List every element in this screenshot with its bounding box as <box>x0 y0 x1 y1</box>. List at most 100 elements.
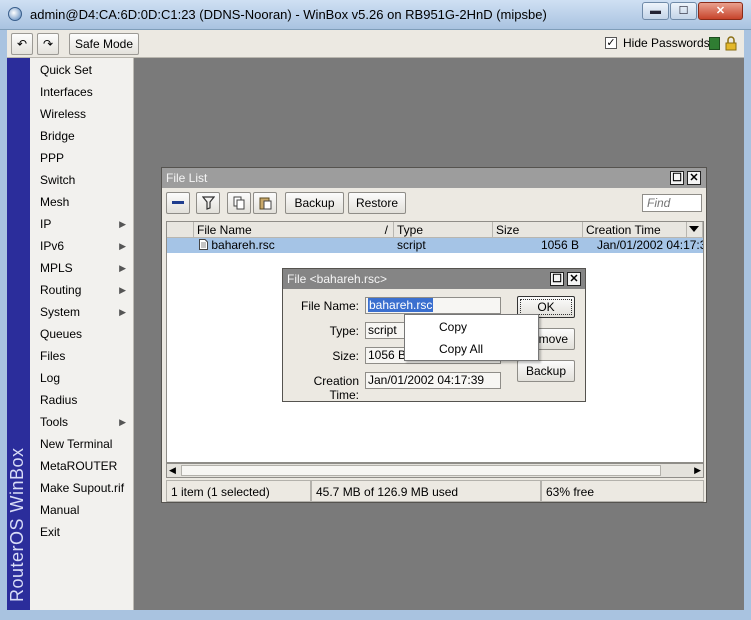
scrollbar-thumb[interactable] <box>181 465 661 476</box>
file-dialog-maximize-button[interactable]: ☐ <box>550 272 564 286</box>
creation-time-field[interactable]: Jan/01/2002 04:17:39 <box>365 372 501 389</box>
routeros-winbox-brand: RouterOS WinBox <box>7 58 30 610</box>
paste-button[interactable] <box>253 192 277 214</box>
window-right-border <box>744 30 751 620</box>
menu-item-label: PPP <box>40 151 65 165</box>
menu-item-mesh[interactable]: Mesh <box>30 191 134 213</box>
cell-size: 1056 B <box>540 238 579 252</box>
menu-item-label: IPv6 <box>40 239 65 253</box>
column-header-type[interactable]: Type <box>394 222 493 238</box>
menu-item-bridge[interactable]: Bridge <box>30 125 134 147</box>
window-bottom-border <box>7 610 744 620</box>
file-dialog-close-button[interactable]: ✕ <box>567 272 581 286</box>
cell-file-name: bahareh.rsc <box>194 238 394 253</box>
menu-item-radius[interactable]: Radius <box>30 389 134 411</box>
menu-item-label: Quick Set <box>40 63 93 77</box>
scroll-right-icon[interactable]: ▶ <box>694 464 701 477</box>
menu-item-label: Switch <box>40 173 76 187</box>
chevron-down-icon <box>689 226 699 232</box>
menu-item-log[interactable]: Log <box>30 367 134 389</box>
maximize-button[interactable]: ☐ <box>670 2 697 20</box>
menu-item-wireless[interactable]: Wireless <box>30 103 134 125</box>
menu-item-label: Mesh <box>40 195 70 209</box>
connection-status-icon <box>709 37 720 50</box>
menu-item-label: Radius <box>40 393 78 407</box>
undo-button[interactable]: ↶ <box>11 33 33 55</box>
file-list-close-button[interactable]: ✕ <box>687 171 701 185</box>
column-header-creation-time[interactable]: Creation Time <box>583 222 687 238</box>
menu-item-mpls[interactable]: MPLS ▶ <box>30 257 134 279</box>
file-icon <box>199 239 208 250</box>
hide-passwords-checkbox[interactable]: ✓ <box>605 37 617 49</box>
cell-creation-time: Jan/01/2002 04:17:39 <box>597 238 703 252</box>
menu-item-quick-set[interactable]: Quick Set <box>30 59 134 81</box>
submenu-arrow-icon: ▶ <box>119 263 126 273</box>
backup-button[interactable]: Backup <box>285 192 344 214</box>
file-list-statusbar: 1 item (1 selected) 45.7 MB of 126.9 MB … <box>166 480 704 502</box>
menu-item-tools[interactable]: Tools ▶ <box>30 411 134 433</box>
column-header-label: File Name <box>197 223 252 237</box>
context-menu-copy[interactable]: Copy <box>405 316 538 338</box>
context-menu-copy-all[interactable]: Copy All <box>405 338 538 360</box>
menu-item-label: MetaROUTER <box>40 459 118 473</box>
copy-icon <box>233 196 245 210</box>
submenu-arrow-icon: ▶ <box>119 285 126 295</box>
minimize-button[interactable]: ▬ <box>642 2 669 20</box>
menu-item-label: System <box>40 305 81 319</box>
context-menu: Copy Copy All <box>404 314 539 361</box>
file-list-titlebar[interactable]: File List ☐ ✕ <box>162 168 706 188</box>
main-menu: Quick Set Interfaces Wireless Bridge PPP… <box>30 58 134 610</box>
menu-item-routing[interactable]: Routing ▶ <box>30 279 134 301</box>
menu-item-exit[interactable]: Exit <box>30 521 134 543</box>
menu-item-label: Tools <box>40 415 69 429</box>
column-menu-button[interactable] <box>687 222 703 238</box>
find-input[interactable] <box>642 194 702 212</box>
dialog-backup-button[interactable]: Backup <box>517 360 575 382</box>
menu-item-switch[interactable]: Switch <box>30 169 134 191</box>
file-dialog-titlebar[interactable]: File <bahareh.rsc> ☐ ✕ <box>283 269 585 289</box>
menu-item-make-supout[interactable]: Make Supout.rif <box>30 477 134 499</box>
close-button[interactable]: ✕ <box>698 2 743 20</box>
menu-item-new-terminal[interactable]: New Terminal <box>30 433 134 455</box>
safe-mode-button[interactable]: Safe Mode <box>69 33 139 55</box>
table-row[interactable]: bahareh.rsc script 1056 B Jan/01/2002 04… <box>167 238 703 253</box>
file-dialog-title: File <bahareh.rsc> <box>287 272 388 286</box>
window-titlebar[interactable]: admin@D4:CA:6D:0D:C1:23 (DDNS-Nooran) - … <box>0 0 751 30</box>
menu-item-system[interactable]: System ▶ <box>30 301 134 323</box>
menu-item-label: Make Supout.rif <box>40 481 125 495</box>
restore-button[interactable]: Restore <box>348 192 406 214</box>
selected-text: bahareh.rsc <box>368 298 434 312</box>
file-list-maximize-button[interactable]: ☐ <box>670 171 684 185</box>
main-toolbar: ↶ ↷ Safe Mode ✓ Hide Passwords <box>7 30 744 58</box>
status-item-count: 1 item (1 selected) <box>166 480 311 502</box>
menu-item-metarouter[interactable]: MetaROUTER <box>30 455 134 477</box>
menu-item-queues[interactable]: Queues <box>30 323 134 345</box>
winbox-app-icon <box>8 7 22 21</box>
filter-button[interactable] <box>196 192 220 214</box>
redo-button[interactable]: ↷ <box>37 33 59 55</box>
creation-time-label: Creation Time: <box>313 374 359 402</box>
scroll-left-icon[interactable]: ◀ <box>169 464 176 477</box>
menu-item-label: MPLS <box>40 261 73 275</box>
file-name-text: bahareh.rsc <box>211 238 275 252</box>
status-disk-free: 63% free <box>541 480 704 502</box>
menu-item-files[interactable]: Files <box>30 345 134 367</box>
menu-item-interfaces[interactable]: Interfaces <box>30 81 134 103</box>
menu-item-label: Bridge <box>40 129 75 143</box>
menu-item-ip[interactable]: IP ▶ <box>30 213 134 235</box>
file-name-label: File Name: <box>300 299 359 313</box>
menu-item-label: Manual <box>40 503 80 517</box>
column-header-size[interactable]: Size <box>493 222 583 238</box>
column-header-file-name[interactable]: File Name / <box>194 222 394 238</box>
menu-item-manual[interactable]: Manual <box>30 499 134 521</box>
file-name-field[interactable]: bahareh.rsc <box>365 297 501 314</box>
remove-item-button[interactable] <box>166 192 190 214</box>
row-selector-header <box>167 222 194 238</box>
copy-button[interactable] <box>227 192 251 214</box>
menu-item-ipv6[interactable]: IPv6 ▶ <box>30 235 134 257</box>
menu-item-label: New Terminal <box>40 437 113 451</box>
menu-item-ppp[interactable]: PPP <box>30 147 134 169</box>
cell-type: script <box>397 238 426 252</box>
horizontal-scrollbar[interactable]: ◀ ▶ <box>166 463 704 478</box>
menu-item-label: Routing <box>40 283 82 297</box>
